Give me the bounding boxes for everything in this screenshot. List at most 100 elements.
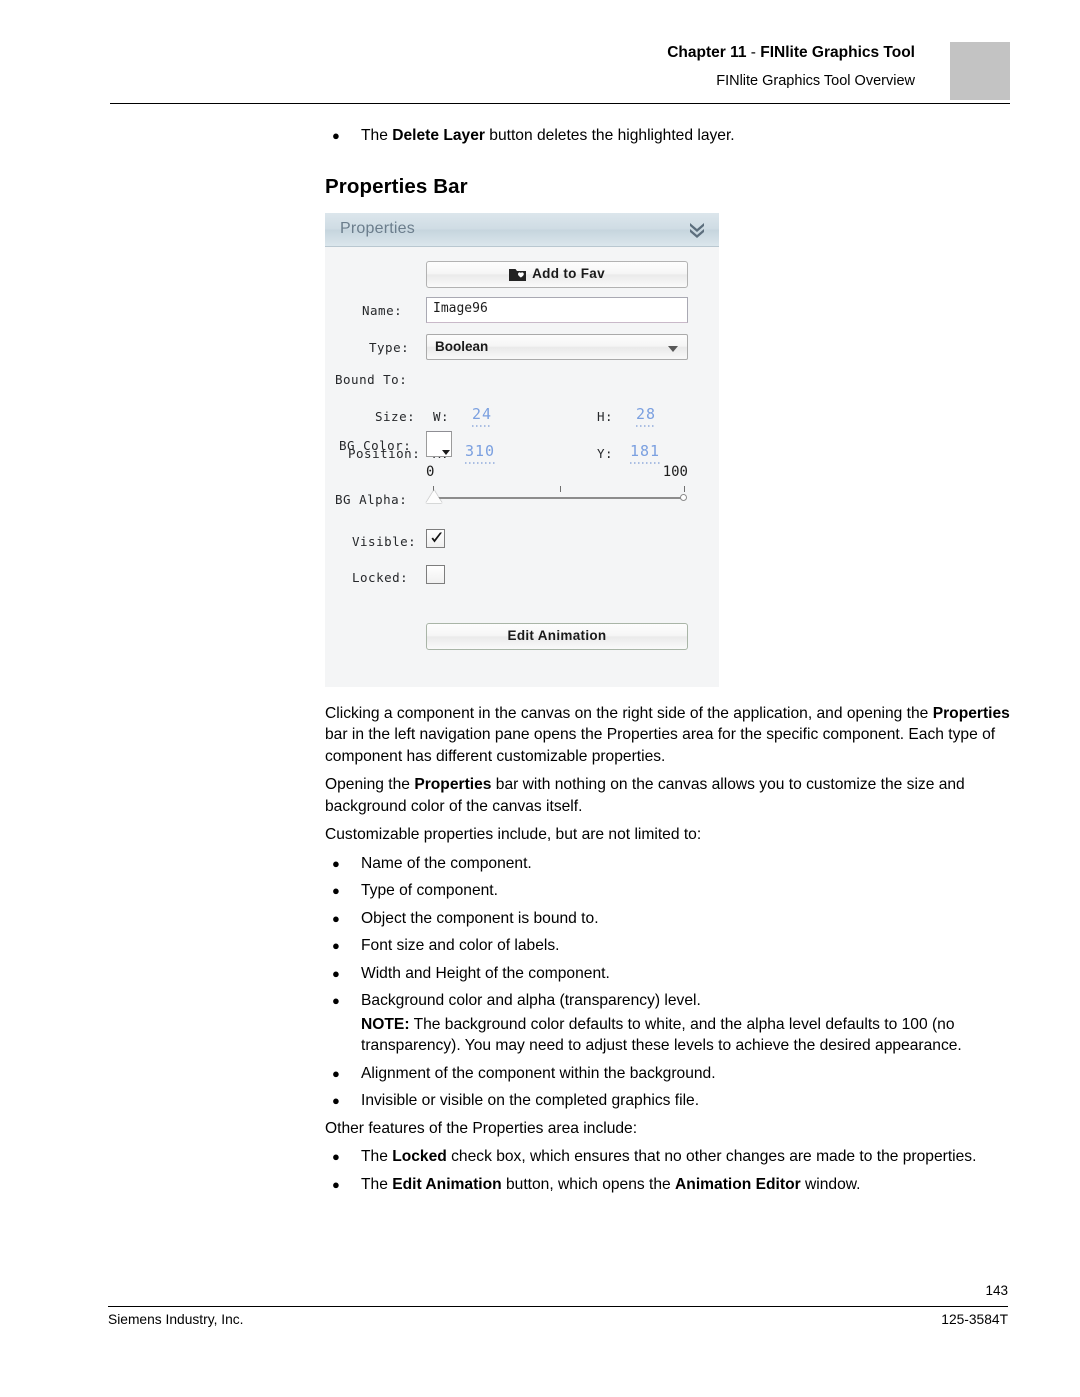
list-item-label: Name of the component. bbox=[361, 854, 532, 872]
slider-track bbox=[433, 493, 687, 501]
locked-item-suffix: check box, which ensures that no other c… bbox=[446, 1148, 977, 1165]
bg-alpha-label: BG Alpha: bbox=[335, 491, 408, 507]
list-item-label: Invisible or visible on the completed gr… bbox=[361, 1092, 700, 1109]
header-gray-box bbox=[950, 42, 1010, 100]
locked-checkbox[interactable] bbox=[426, 564, 445, 584]
header-text-block: Chapter 11 - FINlite Graphics Tool FINli… bbox=[667, 42, 915, 92]
properties-panel-header: Properties bbox=[325, 212, 719, 247]
footer-company: Siemens Industry, Inc. bbox=[108, 1312, 244, 1327]
position-y-value[interactable]: 181 bbox=[630, 442, 661, 464]
note-block: NOTE: The background color defaults to w… bbox=[325, 1014, 1015, 1057]
size-height-label: H: bbox=[597, 408, 614, 424]
edit-animation-button[interactable]: Edit Animation bbox=[426, 622, 688, 650]
name-input[interactable]: Image96 bbox=[426, 296, 688, 323]
list-item: ● Object the component is bound to. bbox=[325, 908, 1015, 930]
bullet-glyph: ● bbox=[332, 855, 340, 871]
page-content: ● The Delete Layer button deletes the hi… bbox=[325, 125, 1015, 1201]
list-item: ● Background color and alpha (transparenc… bbox=[325, 990, 1015, 1012]
bg-alpha-max-label: 100 bbox=[662, 463, 688, 480]
list-item: ● Font size and color of labels. bbox=[325, 935, 1015, 957]
bullet-glyph: ● bbox=[332, 938, 340, 953]
footer-divider-rule bbox=[108, 1306, 1008, 1308]
folder-heart-icon bbox=[509, 266, 527, 290]
position-y-label: Y: bbox=[597, 445, 614, 461]
paragraph-other-features: Other features of the Properties area in… bbox=[325, 1119, 638, 1137]
intro-bullet-bold: Delete Layer bbox=[392, 127, 485, 144]
swatch-dropdown-arrow-icon bbox=[442, 449, 450, 455]
type-select[interactable]: Boolean bbox=[426, 333, 688, 360]
header-divider-rule bbox=[110, 103, 1010, 104]
bullet-glyph: ● bbox=[332, 965, 340, 981]
paragraph-clicking-component: Clicking a component in the canvas on th… bbox=[325, 703, 1015, 768]
customizable-properties-list: ● Name of the component. ● Type of compone… bbox=[325, 853, 1015, 1012]
list-item: ● Alignment of the component within the b… bbox=[325, 1063, 1015, 1085]
paragraph-opening-properties: Opening the Properties bar with nothing … bbox=[325, 774, 1015, 817]
bullet-glyph: ● bbox=[332, 1149, 340, 1164]
list-item-label: Width and Height of the component. bbox=[361, 964, 610, 982]
header-subtitle: FINlite Graphics Tool Overview bbox=[716, 73, 915, 89]
slider-thumb[interactable] bbox=[426, 489, 442, 503]
p1-part-c: bar in the left navigation pane opens th… bbox=[325, 726, 996, 765]
slider-tick-max bbox=[684, 485, 685, 492]
name-label: Name: bbox=[362, 302, 403, 318]
intro-bullet-suffix: button deletes the highlighted layer. bbox=[484, 127, 735, 144]
footer-page-number: 143 bbox=[985, 1283, 1008, 1298]
list-item-label: Font size and color of labels. bbox=[361, 937, 560, 954]
intro-bullet-prefix: The bbox=[361, 127, 393, 144]
note-text: The background color defaults to white, … bbox=[361, 1015, 962, 1055]
bullet-glyph: ● bbox=[332, 128, 340, 143]
list-item-label: Background color and alpha (transparency… bbox=[361, 992, 701, 1009]
footer-document-number: 125-3584T bbox=[941, 1312, 1008, 1327]
bullet-glyph: ● bbox=[332, 1093, 340, 1108]
list-item: ● Type of component. bbox=[325, 880, 1015, 902]
header-chapter-separator: - bbox=[746, 44, 761, 61]
size-label: Size: bbox=[375, 408, 416, 424]
intro-bullet-list: ● The Delete Layer button deletes the hi… bbox=[325, 125, 1015, 147]
list-item-label: Type of component. bbox=[361, 882, 498, 899]
note-label: NOTE: bbox=[361, 1015, 410, 1033]
animation-item-suffix: window. bbox=[800, 1175, 861, 1193]
bullet-glyph: ● bbox=[332, 1065, 340, 1081]
locked-item-prefix: The bbox=[361, 1148, 393, 1165]
header-chapter-label: Chapter 11 bbox=[667, 44, 747, 61]
bg-color-label: BG Color: bbox=[339, 437, 412, 453]
p1-part-a: Clicking a component in the canvas on th… bbox=[325, 704, 933, 722]
p1-bold: Properties bbox=[932, 704, 1010, 722]
animation-item-prefix: The bbox=[361, 1175, 393, 1193]
position-x-value[interactable]: 310 bbox=[465, 442, 496, 464]
bullet-glyph: ● bbox=[332, 883, 340, 898]
bound-to-label: Bound To: bbox=[335, 371, 408, 387]
bg-alpha-min-label: 0 bbox=[426, 463, 435, 480]
list-item: ● The Edit Animation button, which opens… bbox=[325, 1174, 1015, 1196]
size-height-value[interactable]: 28 bbox=[636, 405, 657, 427]
locked-label: Locked: bbox=[352, 569, 409, 585]
animation-item-mid: button, which opens the bbox=[501, 1175, 676, 1193]
properties-panel-body: Add to Fav Name: Image96 Type: Boolean B… bbox=[325, 247, 719, 687]
double-chevron-down-icon[interactable] bbox=[687, 221, 707, 239]
header-chapter-title: FINlite Graphics Tool bbox=[760, 44, 915, 61]
visible-checkbox[interactable] bbox=[426, 528, 445, 548]
page-header: Chapter 11 - FINlite Graphics Tool FINli… bbox=[110, 42, 1010, 104]
bullet-glyph: ● bbox=[332, 993, 340, 1008]
bg-alpha-slider[interactable]: 0 100 bbox=[426, 464, 688, 506]
properties-panel-title: Properties bbox=[340, 219, 415, 237]
properties-panel-figure: Properties Add to Fav Name: Image96 Type… bbox=[325, 212, 719, 687]
size-width-value[interactable]: 24 bbox=[472, 405, 493, 427]
size-width-label: W: bbox=[433, 408, 450, 424]
list-item-label: Object the component is bound to. bbox=[361, 909, 599, 927]
add-to-fav-button[interactable]: Add to Fav bbox=[426, 260, 688, 290]
other-features-list: ● The Locked check box, which ensures th… bbox=[325, 1146, 1015, 1195]
animation-item-bold: Edit Animation bbox=[392, 1175, 502, 1193]
header-chapter-line: Chapter 11 - FINlite Graphics Tool bbox=[667, 42, 915, 64]
visible-label: Visible: bbox=[352, 533, 417, 549]
paragraph-customizable-intro: Customizable properties include, but are… bbox=[325, 826, 702, 843]
list-item: ● Name of the component. bbox=[325, 853, 1015, 875]
p2-part-a: Opening the bbox=[325, 776, 415, 793]
type-label: Type: bbox=[369, 339, 410, 355]
slider-tick-mid bbox=[560, 485, 561, 492]
list-item: ● The Locked check box, which ensures th… bbox=[325, 1146, 1015, 1168]
list-item: ● Width and Height of the component. bbox=[325, 963, 1015, 985]
type-select-value: Boolean bbox=[435, 338, 489, 354]
p2-bold: Properties bbox=[414, 776, 492, 793]
bg-color-swatch[interactable] bbox=[426, 430, 452, 457]
